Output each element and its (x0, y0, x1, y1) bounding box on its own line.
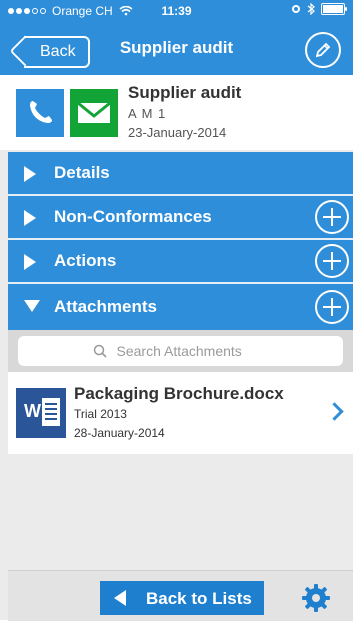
add-action-button[interactable] (315, 244, 349, 278)
section-label: Attachments (54, 297, 157, 316)
back-arrow-icon (114, 590, 126, 606)
navigation-bar: Back Supplier audit (0, 22, 353, 75)
status-bar: Orange CH 11:39 (0, 0, 353, 22)
top-bar: Orange CH 11:39 Back Supplier audit (0, 0, 353, 75)
section-label: Details (54, 163, 110, 182)
record-header: Supplier audit A M 1 23-January-2014 (0, 75, 353, 150)
section-non-conformances[interactable]: Non-Conformances (8, 196, 353, 238)
bluetooth-icon (307, 3, 315, 15)
section-label: Non-Conformances (54, 207, 212, 226)
bottom-toolbar: Back to Lists (8, 570, 353, 621)
gear-icon[interactable] (301, 583, 331, 613)
status-icons (291, 3, 347, 15)
expand-caret-icon (24, 210, 36, 226)
add-attachment-button[interactable] (315, 290, 349, 324)
section-actions[interactable]: Actions (8, 240, 353, 282)
alarm-icon (292, 5, 300, 13)
battery-icon (321, 3, 347, 15)
edit-button[interactable] (305, 32, 341, 68)
section-label: Actions (54, 251, 117, 270)
section-details[interactable]: Details (8, 152, 353, 194)
app-screen: Orange CH 11:39 Back Supplier audit Supp… (0, 0, 353, 621)
record-title: Supplier audit (128, 83, 242, 102)
mail-icon (77, 101, 111, 123)
collapse-caret-icon (24, 300, 40, 312)
add-non-conformance-button[interactable] (315, 200, 349, 234)
search-bar (8, 330, 353, 372)
chevron-right-icon (325, 402, 344, 421)
phone-icon (30, 101, 52, 123)
section-attachments[interactable]: Attachments (8, 284, 353, 330)
attachment-name: Packaging Brochure.docx (74, 384, 284, 403)
nav-title: Supplier audit (119, 38, 234, 57)
search-field[interactable] (18, 336, 343, 366)
attachment-group: Trial 2013 (74, 407, 127, 421)
back-to-lists-button[interactable]: Back to Lists (100, 581, 264, 615)
word-doc-icon: W (16, 388, 66, 438)
record-subtitle: A M 1 (128, 106, 167, 121)
edit-icon (315, 42, 331, 58)
attachment-date: 28-January-2014 (74, 426, 165, 440)
search-icon (93, 344, 107, 358)
phone-button[interactable] (16, 89, 64, 137)
attachment-row[interactable]: W Packaging Brochure.docx Trial 2013 28-… (8, 372, 353, 454)
expand-caret-icon (24, 254, 36, 270)
search-input[interactable] (114, 342, 269, 360)
back-to-lists-label: Back to Lists (146, 589, 252, 608)
record-date: 23-January-2014 (128, 125, 227, 140)
mail-button[interactable] (70, 89, 118, 137)
expand-caret-icon (24, 166, 36, 182)
